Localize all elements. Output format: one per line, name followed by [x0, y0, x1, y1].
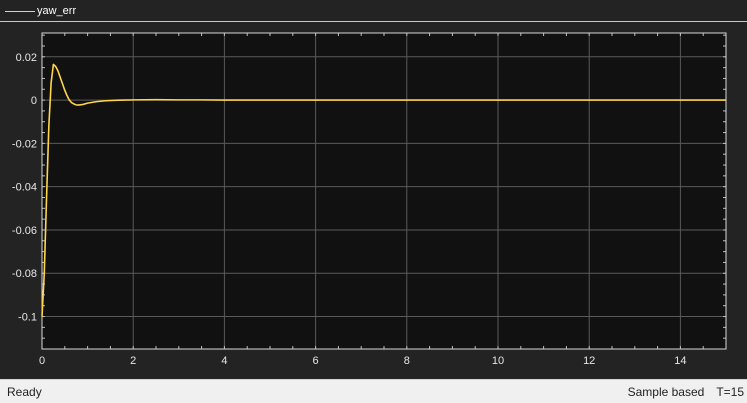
x-tick-label: 14 — [674, 355, 686, 367]
x-tick-label: 2 — [130, 355, 136, 367]
yaw-err-plot[interactable]: 0 2 4 6 8 10 12 14 0.02 0 -0.02 -0.04 -0.06 -0.08 -0.1 — [0, 22, 747, 379]
y-tick-label: -0.02 — [12, 138, 37, 150]
x-tick-label: 6 — [313, 355, 319, 367]
sim-time-text: T=15 — [716, 385, 744, 399]
x-tick-label: 0 — [39, 355, 45, 367]
status-right-group: Sample based T=15 — [616, 385, 744, 399]
axes-background — [42, 33, 726, 349]
y-tick-label: -0.08 — [12, 268, 37, 280]
legend-entry-yaw-err[interactable]: yaw_err — [5, 4, 76, 18]
x-tick-label: 10 — [492, 355, 504, 367]
y-tick-label: -0.1 — [18, 312, 37, 324]
y-tick-label: -0.06 — [12, 225, 37, 237]
scope-window: yaw_err 0 2 4 6 8 10 12 14 0.02 0 -0.02 -0.04 -0.06 -… — [0, 0, 747, 403]
y-tick-label: 0.02 — [16, 52, 37, 64]
plot-area[interactable]: 0 2 4 6 8 10 12 14 0.02 0 -0.02 -0.04 -0.06 -0.08 -0.1 — [0, 22, 747, 379]
legend-bar: yaw_err — [0, 0, 747, 22]
x-tick-label: 4 — [221, 355, 227, 367]
legend-line-swatch — [5, 10, 35, 12]
x-tick-label: 8 — [404, 355, 410, 367]
legend-label: yaw_err — [37, 5, 77, 17]
status-ready-text: Ready — [7, 385, 42, 399]
y-tick-label: -0.04 — [12, 182, 37, 194]
x-tick-label: 12 — [583, 355, 595, 367]
sample-mode-text: Sample based — [627, 385, 705, 399]
status-bar: Ready Sample based T=15 — [0, 379, 747, 403]
y-tick-label: 0 — [31, 95, 37, 107]
